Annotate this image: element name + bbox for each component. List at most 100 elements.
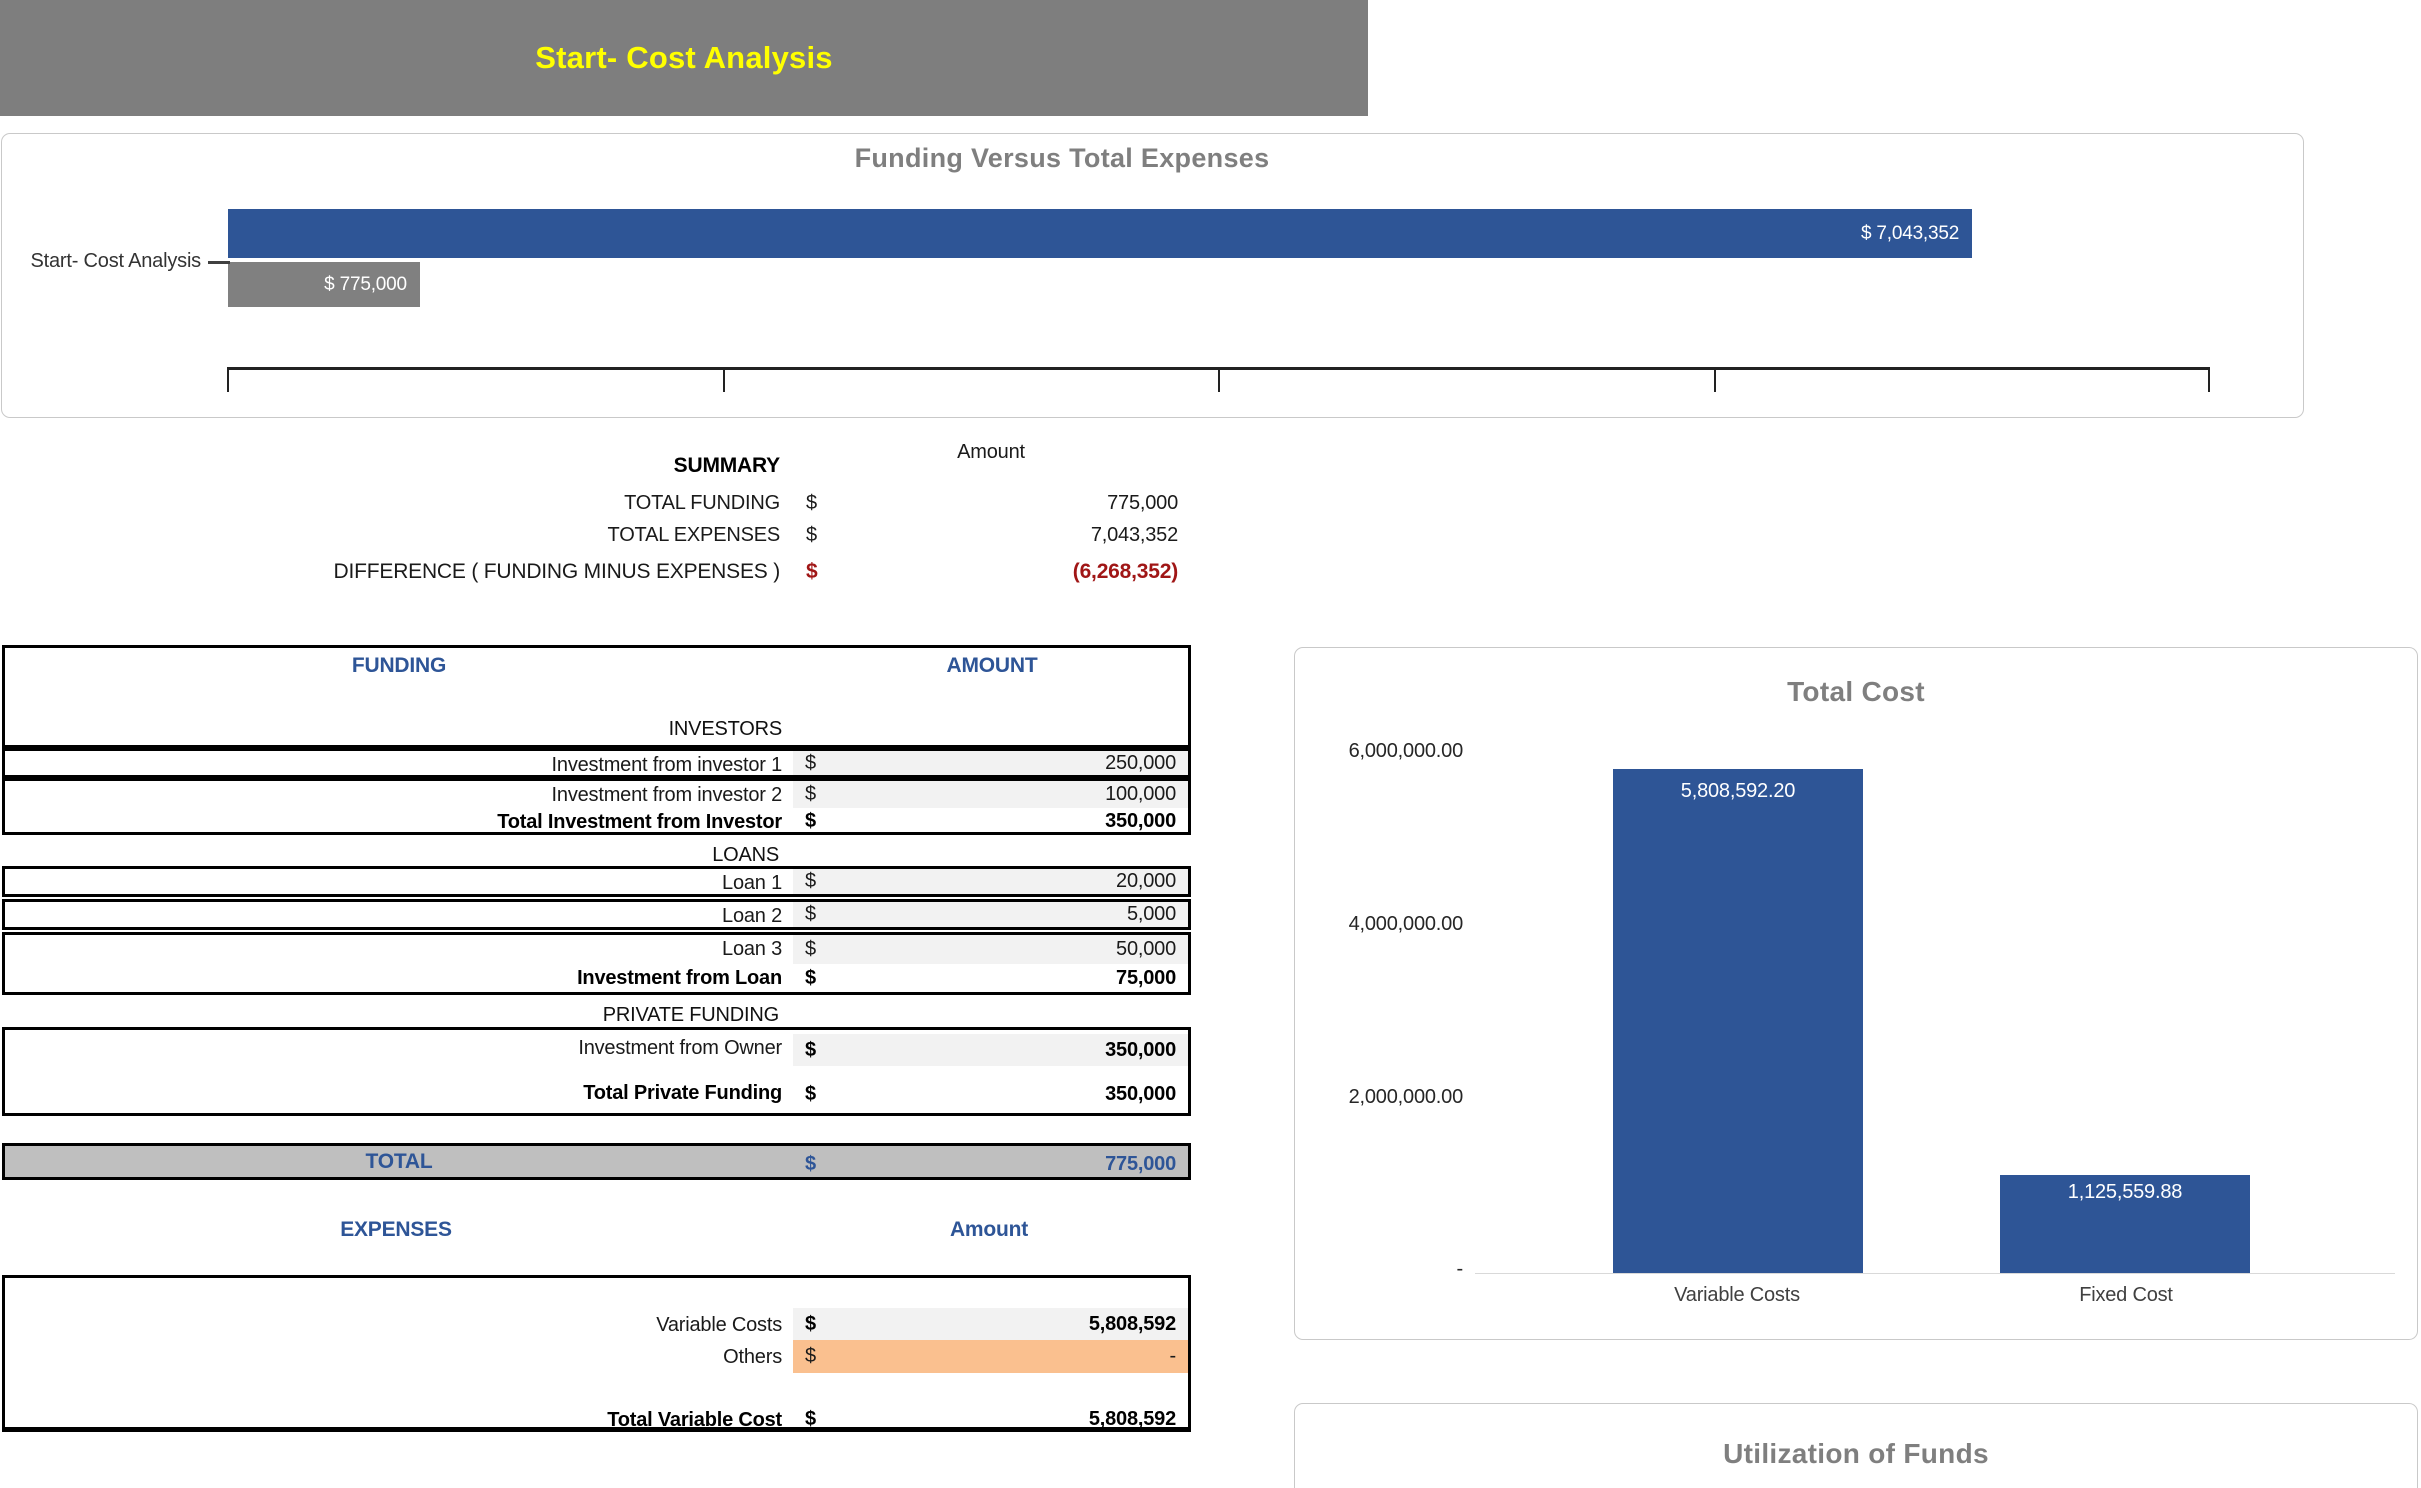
currency-symbol: $ — [806, 560, 818, 583]
row-label: Loan 1 — [722, 872, 782, 894]
amount-value: 350,000 — [1105, 1038, 1176, 1061]
row-label: Investment from investor 2 — [551, 784, 783, 806]
x-axis-tick — [227, 367, 229, 392]
currency-symbol: $ — [806, 524, 817, 546]
currency-symbol: $ — [805, 903, 816, 925]
sheet-title: Start- Cost Analysis — [535, 40, 833, 75]
table-row: Loan 3 $ 50,000 — [5, 935, 1188, 964]
expenses-bar-label: $ 7,043,352 — [1860, 222, 1960, 244]
amount-value: 20,000 — [1116, 870, 1176, 892]
y-axis-tick-label: 6,000,000.00 — [1348, 740, 1464, 762]
summary-row-value: 775,000 — [1107, 492, 1178, 514]
amount-input-cell[interactable]: $ 5,808,592 — [793, 1308, 1188, 1340]
currency-symbol: $ — [805, 1345, 816, 1367]
amount-value: 350,000 — [1105, 1082, 1176, 1105]
funding-table-header-box: FUNDING AMOUNT INVESTORS — [2, 645, 1191, 748]
table-row: Investment from Owner $ 350,000 — [5, 1034, 1188, 1066]
row-label: Loan 2 — [722, 905, 782, 927]
section-label-private-funding: PRIVATE FUNDING — [602, 1004, 779, 1026]
row-label: Total Investment from Investor — [497, 811, 782, 833]
summary-row-total-expenses: TOTAL EXPENSES $ 7,043,352 — [0, 524, 1192, 551]
table-row: Others $ - — [5, 1340, 1188, 1373]
currency-symbol: $ — [805, 966, 816, 989]
table-row-box: Loan 3 $ 50,000 Investment from Loan $ 7… — [2, 932, 1191, 995]
summary-row-label: DIFFERENCE ( FUNDING MINUS EXPENSES ) — [333, 560, 781, 583]
table-total-row: Investment from Loan $ 75,000 — [5, 964, 1188, 992]
currency-symbol: $ — [806, 492, 817, 514]
currency-symbol: $ — [805, 1038, 816, 1061]
amount-value: 775,000 — [1105, 1152, 1176, 1175]
table-total-row: Total Variable Cost $ 5,808,592 — [5, 1406, 1188, 1432]
amount-total-cell: $ 350,000 — [793, 1079, 1188, 1109]
spreadsheet-canvas: Start- Cost Analysis Funding Versus Tota… — [0, 0, 2421, 1488]
utilization-of-funds-chart: Utilization of Funds — [1294, 1403, 2418, 1488]
row-label: Investment from Loan — [577, 967, 782, 989]
table-row-box: Loan 1 $ 20,000 — [2, 866, 1191, 897]
row-label: Investment from investor 1 — [551, 754, 783, 776]
amount-input-cell[interactable]: $ - — [793, 1340, 1188, 1373]
table-row-box: Loan 2 $ 5,000 — [2, 899, 1191, 930]
x-axis-tick — [1218, 367, 1220, 392]
funding-vs-expenses-chart: Funding Versus Total Expenses $ 7,043,35… — [1, 133, 2304, 418]
expenses-bar: $ 7,043,352 — [228, 209, 1973, 258]
currency-symbol: $ — [805, 751, 816, 774]
category-axis-label: Start- Cost Analysis — [30, 250, 201, 272]
amount-total-cell: $ 350,000 — [793, 808, 1188, 834]
summary-row-value: 7,043,352 — [1090, 524, 1178, 546]
funding-bar-label: $ 775,000 — [324, 273, 407, 295]
table-row: Investment from investor 2 $ 100,000 — [5, 781, 1188, 808]
currency-symbol: $ — [805, 1312, 816, 1335]
row-label: Others — [723, 1346, 782, 1368]
table-row: Investment from investor 1 $ 250,000 — [5, 751, 1188, 776]
amount-total-cell: $ 75,000 — [793, 964, 1188, 992]
category-tick-mark — [208, 261, 230, 264]
amount-input-cell[interactable]: $ 5,000 — [793, 902, 1188, 927]
sheet-banner: Start- Cost Analysis — [0, 0, 1368, 116]
expenses-column-header: EXPENSES — [340, 1218, 452, 1241]
funding-chart-title: Funding Versus Total Expenses — [854, 143, 1270, 173]
amount-value: 100,000 — [1105, 783, 1176, 805]
amount-value: 5,000 — [1126, 903, 1176, 925]
x-axis-tick — [1714, 367, 1716, 392]
x-axis-tick — [723, 367, 725, 392]
x-axis-tick — [2208, 367, 2210, 392]
summary-row-label: TOTAL FUNDING — [624, 492, 780, 514]
section-label-loans: LOANS — [712, 844, 779, 866]
currency-symbol: $ — [805, 809, 816, 832]
table-row: Variable Costs $ 5,808,592 — [5, 1308, 1188, 1340]
summary-amount-header: Amount — [957, 441, 1025, 463]
category-label-variable-costs: Variable Costs — [1674, 1284, 1800, 1306]
table-row: Loan 2 $ 5,000 — [5, 902, 1188, 927]
expenses-amount-header: Amount — [949, 1218, 1029, 1241]
summary-row-label: TOTAL EXPENSES — [607, 524, 781, 546]
amount-input-cell[interactable]: $ 350,000 — [793, 1034, 1188, 1066]
amount-input-cell[interactable]: $ 100,000 — [793, 781, 1188, 808]
currency-symbol: $ — [805, 783, 816, 805]
baseline-axis — [1475, 1273, 2395, 1274]
amount-value: 5,808,592 — [1088, 1312, 1176, 1335]
amount-input-cell[interactable]: $ 20,000 — [793, 869, 1188, 894]
row-label: Total Private Funding — [583, 1082, 782, 1104]
y-axis-tick-label: - — [1456, 1258, 1464, 1280]
amount-value: 350,000 — [1105, 809, 1176, 832]
amount-value: 5,808,592 — [1088, 1407, 1176, 1430]
section-label-investors: INVESTORS — [668, 718, 783, 740]
amount-value: 250,000 — [1105, 751, 1176, 774]
funding-chart-plot: $ 7,043,352 $ 775,000 — [228, 209, 2209, 367]
currency-symbol: $ — [805, 1152, 816, 1175]
amount-input-cell[interactable]: $ 250,000 — [793, 751, 1188, 775]
table-row-box: Investment from Owner $ 350,000 Total Pr… — [2, 1027, 1191, 1116]
fixed-cost-bar-label: 1,125,559.88 — [2067, 1181, 2183, 1203]
table-row-box: Investment from investor 1 $ 250,000 — [2, 748, 1191, 778]
amount-total-cell: $ 5,808,592 — [793, 1406, 1188, 1432]
expenses-table-box: Variable Costs $ 5,808,592 Others $ - To… — [2, 1275, 1191, 1432]
funding-bar: $ 775,000 — [228, 262, 420, 307]
amount-input-cell[interactable]: $ 50,000 — [793, 935, 1188, 964]
row-label: Variable Costs — [656, 1314, 782, 1336]
y-axis-tick-label: 2,000,000.00 — [1348, 1086, 1464, 1108]
currency-symbol: $ — [805, 1082, 816, 1105]
total-cost-chart: Total Cost 6,000,000.00 4,000,000.00 2,0… — [1294, 647, 2418, 1340]
table-total-row: Total Private Funding $ 350,000 — [5, 1079, 1188, 1109]
summary-row-value: (6,268,352) — [1072, 560, 1178, 583]
currency-symbol: $ — [805, 938, 816, 960]
